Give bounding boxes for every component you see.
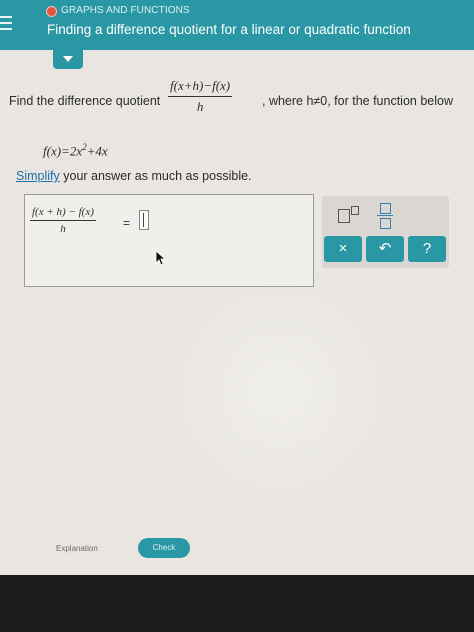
- function-definition: f(x)=2x2+4x: [43, 142, 108, 159]
- superscript-base-icon: [338, 209, 350, 223]
- superscript-exponent-icon: [351, 206, 359, 215]
- explanation-button[interactable]: Explanation: [56, 541, 116, 557]
- clear-button[interactable]: ×: [324, 236, 362, 262]
- fraction-bar-icon: [377, 215, 393, 216]
- instruction: Simplify your answer as much as possible…: [16, 169, 252, 183]
- chevron-down-icon: [63, 56, 73, 62]
- answer-denominator: h: [60, 223, 66, 235]
- answer-fraction: f(x + h) − f(x) h: [30, 206, 96, 235]
- status-dot-icon: [46, 6, 57, 17]
- help-button[interactable]: ?: [408, 236, 446, 262]
- equals-sign: =: [123, 216, 131, 230]
- mouse-pointer-icon: [155, 250, 167, 266]
- math-keypad: × ↶ ?: [322, 196, 449, 268]
- undo-button[interactable]: ↶: [366, 236, 404, 262]
- topic-title: Finding a difference quotient for a line…: [47, 22, 411, 37]
- category-label: GRAPHS AND FUNCTIONS: [61, 5, 190, 16]
- function-lhs: f(x)=2x: [43, 143, 83, 159]
- instruction-text: your answer as much as possible.: [59, 169, 252, 183]
- simplify-link[interactable]: Simplify: [16, 169, 60, 183]
- header-bar: GRAPHS AND FUNCTIONS Finding a differenc…: [0, 0, 474, 50]
- superscript-button[interactable]: [334, 204, 364, 226]
- quotient-numerator: f(x+h)−f(x): [168, 78, 233, 97]
- menu-icon[interactable]: [0, 12, 14, 36]
- screen: GRAPHS AND FUNCTIONS Finding a differenc…: [0, 0, 474, 575]
- function-rhs: +4x: [86, 143, 108, 159]
- difference-quotient-fraction: f(x+h)−f(x) h: [168, 78, 233, 115]
- answer-cursor-field[interactable]: [139, 210, 149, 230]
- prompt-condition: , where h≠0, for the function below: [262, 94, 453, 108]
- fraction-bottom-icon: [380, 218, 391, 229]
- quotient-denominator: h: [196, 99, 204, 114]
- answer-numerator: f(x + h) − f(x): [30, 206, 96, 221]
- prompt-lead: Find the difference quotient: [9, 94, 161, 108]
- fraction-button[interactable]: [370, 200, 400, 230]
- check-button[interactable]: Check: [138, 538, 190, 558]
- screen-glare: [150, 260, 410, 520]
- fraction-top-icon: [380, 203, 391, 214]
- expand-toggle[interactable]: [53, 50, 83, 69]
